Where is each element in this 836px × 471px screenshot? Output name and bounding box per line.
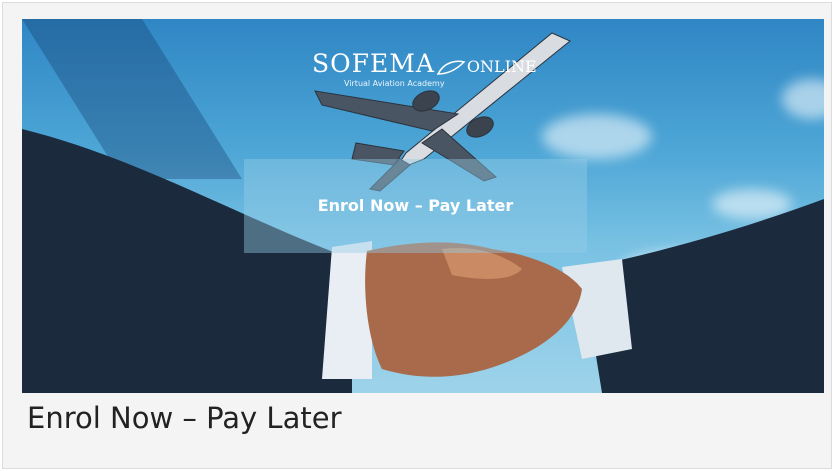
brand-tagline: Virtual Aviation Academy: [344, 79, 445, 88]
brand-name: SOFEMA: [312, 49, 435, 78]
brand-suffix: ONLINE: [466, 57, 537, 76]
course-card[interactable]: SOFEMA ONLINE Virtual Aviation Academy En…: [2, 2, 832, 469]
sofema-logo: SOFEMA ONLINE Virtual Aviation Academy: [312, 49, 537, 88]
card-caption[interactable]: Enrol Now – Pay Later: [27, 401, 342, 435]
leaf-logo-icon: [436, 60, 466, 75]
banner-image[interactable]: SOFEMA ONLINE Virtual Aviation Academy En…: [22, 19, 824, 393]
cta-text[interactable]: Enrol Now – Pay Later: [244, 159, 587, 253]
cta-overlay[interactable]: Enrol Now – Pay Later: [244, 159, 587, 253]
